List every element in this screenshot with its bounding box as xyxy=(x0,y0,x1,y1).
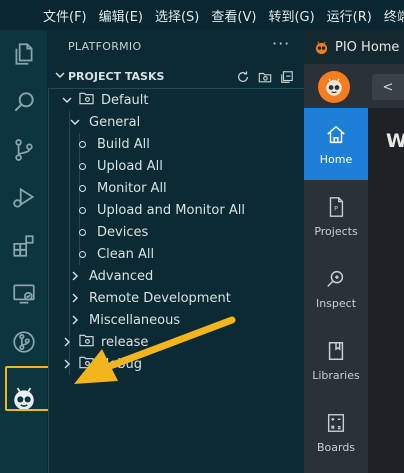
nav-label: Home xyxy=(319,152,353,166)
task-upload-all[interactable]: Upload All xyxy=(49,155,303,177)
run-debug-icon[interactable] xyxy=(0,174,48,222)
chevron-right-icon xyxy=(64,359,70,369)
search-icon[interactable] xyxy=(0,78,48,126)
menu-view[interactable]: 查看(V) xyxy=(211,6,256,25)
inspect-icon xyxy=(327,270,344,287)
pio-tab-icon xyxy=(314,40,329,55)
menu-file[interactable]: 文件(F) xyxy=(43,6,87,25)
libraries-icon xyxy=(328,341,344,360)
pio-home-content: W xyxy=(368,108,404,473)
task-dot-icon xyxy=(79,162,86,170)
task-label: Monitor All xyxy=(97,180,167,196)
platformio-logo-icon xyxy=(318,71,350,103)
nav-libraries[interactable]: Libraries xyxy=(304,324,368,396)
collapse-all-icon[interactable] xyxy=(280,69,294,88)
new-terminal-icon[interactable] xyxy=(258,69,272,88)
task-monitor-all[interactable]: Monitor All xyxy=(49,177,303,199)
group-label: Advanced xyxy=(89,268,154,284)
chevron-right-icon xyxy=(64,337,70,347)
env-debug-label: debug xyxy=(101,356,142,372)
group-label: Remote Development xyxy=(89,290,231,306)
chevron-right-icon xyxy=(72,293,78,303)
nav-boards[interactable]: Boards xyxy=(304,396,368,468)
task-label: Build All xyxy=(97,136,150,152)
task-label: Devices xyxy=(97,224,149,240)
boards-icon xyxy=(327,413,345,432)
task-dot-icon xyxy=(79,206,86,214)
task-build-all[interactable]: Build All xyxy=(49,133,303,155)
env-default-label: Default xyxy=(101,92,149,108)
menu-terminal[interactable]: 终端 xyxy=(384,6,404,25)
env-folder-icon xyxy=(79,91,94,109)
task-devices[interactable]: Devices xyxy=(49,221,303,243)
task-dot-icon xyxy=(79,184,86,192)
chevron-right-icon xyxy=(72,315,78,325)
svg-text:P: P xyxy=(334,204,338,212)
nav-label: Libraries xyxy=(312,368,360,382)
chevron-down-icon xyxy=(70,119,80,125)
project-tasks-header[interactable]: PROJECT TASKS xyxy=(48,66,304,86)
group-advanced-row[interactable]: Advanced xyxy=(49,265,303,287)
editor-tab-pio-home[interactable]: PIO Home xyxy=(335,40,399,55)
menu-edit[interactable]: 编辑(E) xyxy=(99,6,143,25)
group-remote-development-row[interactable]: Remote Development xyxy=(49,287,303,309)
env-release-label: release xyxy=(101,334,149,350)
back-button[interactable]: < xyxy=(372,74,404,100)
nav-inspect[interactable]: Inspect xyxy=(304,252,368,324)
git-graph-icon[interactable] xyxy=(0,318,48,366)
menu-selection[interactable]: 选择(S) xyxy=(155,6,199,25)
section-title: PROJECT TASKS xyxy=(68,69,165,83)
env-default-row[interactable]: Default xyxy=(49,89,303,111)
env-debug-row[interactable]: debug xyxy=(49,353,303,375)
task-clean-all[interactable]: Clean All xyxy=(49,243,303,265)
projects-icon: P xyxy=(329,196,344,217)
nav-projects[interactable]: P Projects xyxy=(304,180,368,252)
explorer-icon[interactable] xyxy=(0,30,48,78)
sidebar-title: PLATFORMIO xyxy=(68,40,142,53)
pio-toolbar: < xyxy=(304,64,404,108)
chevron-right-icon xyxy=(72,271,78,281)
task-label: Clean All xyxy=(97,246,155,262)
task-dot-icon xyxy=(79,228,86,236)
nav-label: Boards xyxy=(316,440,356,454)
welcome-heading: W xyxy=(386,130,404,152)
nav-label: Inspect xyxy=(315,296,357,310)
chevron-down-icon xyxy=(62,97,72,103)
task-dot-icon xyxy=(79,250,86,258)
group-miscellaneous-row[interactable]: Miscellaneous xyxy=(49,309,303,331)
project-tasks-tree: Default General Build All Upload All Mon… xyxy=(48,88,304,473)
env-folder-icon xyxy=(79,333,94,351)
menu-go[interactable]: 转到(G) xyxy=(268,6,314,25)
home-icon xyxy=(327,125,345,143)
more-actions-button[interactable]: ··· xyxy=(272,34,290,53)
nav-home[interactable]: Home xyxy=(304,108,368,180)
remote-explorer-icon[interactable] xyxy=(0,270,48,318)
sidebar: PLATFORMIO ··· PROJECT TASKS Default Gen… xyxy=(48,30,304,473)
chevron-down-icon xyxy=(54,69,66,84)
editor-area: PIO Home < Home P Projects Inspect Libra… xyxy=(304,30,404,473)
group-general-label: General xyxy=(89,114,141,130)
env-release-row[interactable]: release xyxy=(49,331,303,353)
group-general-row[interactable]: General xyxy=(49,111,303,133)
source-control-icon[interactable] xyxy=(0,126,48,174)
pio-home-nav: Home P Projects Inspect Libraries Boards xyxy=(304,108,368,473)
task-upload-and-monitor-all[interactable]: Upload and Monitor All xyxy=(49,199,303,221)
group-label: Miscellaneous xyxy=(89,312,181,328)
refresh-icon[interactable] xyxy=(236,69,250,88)
task-dot-icon xyxy=(79,140,86,148)
task-label: Upload All xyxy=(97,158,163,174)
menu-run[interactable]: 运行(R) xyxy=(327,6,372,25)
editor-tab-bar: PIO Home xyxy=(304,30,404,64)
task-label: Upload and Monitor All xyxy=(97,202,245,218)
extensions-icon[interactable] xyxy=(0,222,48,270)
menu-bar: 文件(F) 编辑(E) 选择(S) 查看(V) 转到(G) 运行(R) 终端 xyxy=(0,0,404,30)
nav-label: Projects xyxy=(314,224,358,238)
env-folder-icon xyxy=(79,355,94,373)
